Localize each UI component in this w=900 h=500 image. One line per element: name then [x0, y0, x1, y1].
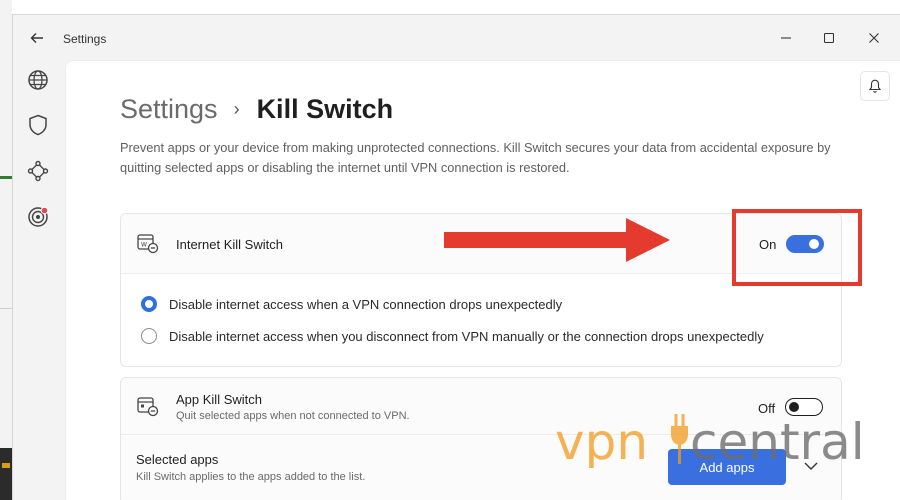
minimize-icon — [781, 37, 791, 39]
rail-protection-button[interactable] — [25, 112, 51, 138]
rail-threat-protection-button[interactable] — [25, 204, 51, 230]
notifications-button[interactable] — [860, 71, 890, 101]
maximize-button[interactable] — [816, 26, 842, 50]
background-taskbar-fragment — [0, 448, 12, 500]
rail-meshnet-button[interactable] — [25, 158, 51, 184]
shield-icon — [29, 114, 47, 136]
bell-icon — [869, 79, 881, 93]
globe-icon — [28, 70, 48, 90]
title-bar: Settings — [13, 15, 900, 61]
breadcrumb: Settings › Kill Switch — [120, 94, 393, 125]
internet-kill-switch-title: Internet Kill Switch — [176, 237, 283, 252]
option-label: Disable internet access when you disconn… — [169, 328, 764, 344]
selected-apps-subtitle: Kill Switch applies to the apps added to… — [136, 471, 366, 483]
window-title: Settings — [63, 32, 107, 46]
breadcrumb-separator: › — [233, 99, 240, 119]
background-divider — [0, 308, 12, 309]
toggle-knob — [789, 401, 799, 412]
close-icon — [869, 33, 879, 43]
selected-apps-title: Selected apps — [136, 452, 219, 467]
option-disconnect-manually[interactable]: Disable internet access when you disconn… — [141, 328, 764, 344]
back-arrow-icon — [30, 33, 43, 43]
watermark-central: central — [690, 413, 865, 468]
annotation-arrow — [444, 218, 670, 262]
option-label: Disable internet access when a VPN conne… — [169, 296, 563, 312]
breadcrumb-parent-link[interactable]: Settings — [120, 94, 218, 125]
watermark-plug-icon — [671, 414, 688, 464]
network-nodes-icon — [27, 160, 49, 182]
page-title: Kill Switch — [256, 94, 394, 124]
app-kill-switch-subtitle: Quit selected apps when not connected to… — [176, 410, 410, 422]
back-button[interactable] — [25, 26, 49, 50]
annotation-highlight-box — [732, 209, 862, 286]
desktop-background-left — [0, 0, 12, 500]
page-description: Prevent apps or your device from making … — [120, 140, 831, 175]
maximize-icon — [824, 33, 834, 43]
minimize-button[interactable] — [773, 26, 799, 50]
svg-text:W: W — [141, 242, 147, 249]
internet-kill-switch-icon: W — [135, 231, 161, 257]
radio-unselected[interactable] — [141, 328, 157, 344]
background-taskbar-icon — [2, 463, 10, 468]
target-icon — [28, 206, 49, 227]
rail-locations-button[interactable] — [25, 67, 51, 93]
close-button[interactable] — [861, 26, 887, 50]
watermark-vpn: vpn — [555, 413, 648, 468]
app-kill-switch-icon — [135, 394, 161, 420]
radio-selected[interactable] — [141, 296, 157, 312]
app-kill-switch-title: App Kill Switch — [176, 392, 262, 407]
option-drop-unexpectedly[interactable]: Disable internet access when a VPN conne… — [141, 296, 562, 312]
background-accent-line — [0, 176, 12, 179]
desktop-background-top — [0, 0, 900, 14]
vpncentral-watermark: vpn central — [555, 413, 865, 468]
